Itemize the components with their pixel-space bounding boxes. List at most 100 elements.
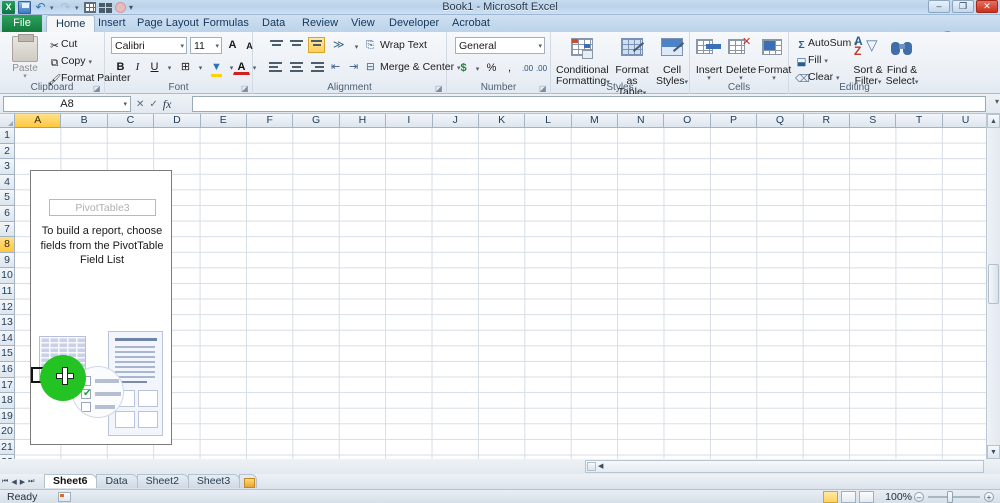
- underline-dropdown-icon[interactable]: ▾: [161, 59, 178, 76]
- format-cells-button[interactable]: Format ▾: [758, 36, 791, 82]
- sheet-tab-sheet3[interactable]: Sheet3: [187, 474, 241, 488]
- column-header-s[interactable]: S: [850, 114, 897, 128]
- new-sheet-icon[interactable]: [239, 474, 258, 488]
- paste-button[interactable]: Paste ▾: [6, 34, 44, 80]
- align-middle-icon[interactable]: [288, 38, 305, 54]
- column-header-a[interactable]: A: [15, 114, 62, 128]
- copy-button[interactable]: ⧉ Copy ▾: [48, 55, 92, 70]
- sort-filter-button[interactable]: A Z ▽ Sort & Filter▾: [851, 35, 885, 88]
- insert-function-icon[interactable]: fx: [163, 97, 172, 112]
- cancel-formula-icon[interactable]: ✕: [136, 99, 144, 110]
- zoom-knob[interactable]: [947, 491, 953, 503]
- borders-dropdown-icon[interactable]: ▾: [192, 59, 209, 76]
- tab-formulas[interactable]: Formulas: [194, 15, 258, 32]
- align-top-icon[interactable]: [268, 38, 285, 54]
- row-header-3[interactable]: 3: [0, 159, 15, 175]
- row-header-7[interactable]: 7: [0, 221, 15, 238]
- clipboard-dialog-launcher-icon[interactable]: ◪: [93, 84, 101, 93]
- sheet-tab-sheet6[interactable]: Sheet6: [44, 474, 98, 488]
- row-header-10[interactable]: 10: [0, 268, 15, 284]
- row-header-18[interactable]: 18: [0, 393, 15, 409]
- cell-styles-button[interactable]: Cell Styles▾: [655, 36, 689, 88]
- formula-input[interactable]: [192, 96, 986, 112]
- number-dialog-launcher-icon[interactable]: ◪: [539, 84, 547, 93]
- sheet-navigation-buttons[interactable]: ⏮ ◀ ▶ ⏭: [2, 475, 34, 488]
- row-header-14[interactable]: 14: [0, 330, 15, 347]
- row-header-8[interactable]: 8: [0, 237, 15, 253]
- tab-view[interactable]: View: [342, 15, 384, 32]
- row-header-11[interactable]: 11: [0, 283, 15, 300]
- comma-style-icon[interactable]: ,: [501, 59, 518, 76]
- number-format-dropdown-icon[interactable]: ▾: [538, 38, 542, 55]
- row-header-2[interactable]: 2: [0, 143, 15, 160]
- font-size-dropdown-icon[interactable]: ▾: [215, 38, 219, 55]
- copy-dropdown-icon[interactable]: ▾: [88, 59, 92, 66]
- align-bottom-icon[interactable]: [308, 37, 325, 53]
- tab-data[interactable]: Data: [253, 15, 294, 32]
- row-header-13[interactable]: 13: [0, 315, 15, 331]
- page-layout-view-button[interactable]: [841, 491, 856, 503]
- zoom-track[interactable]: [928, 496, 980, 498]
- number-format-combo[interactable]: General ▾: [455, 37, 545, 54]
- column-header-m[interactable]: M: [571, 114, 619, 128]
- scroll-down-icon[interactable]: ▼: [987, 445, 1000, 459]
- font-dialog-launcher-icon[interactable]: ◪: [241, 84, 249, 93]
- row-header-9[interactable]: 9: [0, 252, 15, 269]
- decrease-indent-icon[interactable]: ⇤: [331, 60, 348, 76]
- maximize-button[interactable]: ❐: [952, 0, 974, 13]
- horizontal-scroll-thumb[interactable]: [587, 462, 596, 471]
- column-header-t[interactable]: T: [896, 114, 943, 128]
- row-header-6[interactable]: 6: [0, 205, 15, 222]
- zoom-slider[interactable]: – +: [914, 490, 994, 503]
- tab-review[interactable]: Review: [293, 15, 347, 32]
- orientation-dropdown-icon[interactable]: ▾: [348, 38, 365, 55]
- column-header-d[interactable]: D: [154, 114, 201, 128]
- name-box[interactable]: A8 ▾: [3, 96, 131, 112]
- first-sheet-icon[interactable]: ⏮: [2, 478, 8, 486]
- enter-formula-icon[interactable]: ✓: [149, 99, 157, 110]
- decrease-decimal-icon[interactable]: .00: [533, 59, 550, 76]
- paste-dropdown-icon[interactable]: ▾: [6, 73, 44, 80]
- column-header-k[interactable]: K: [478, 114, 526, 128]
- align-left-icon[interactable]: [268, 60, 285, 76]
- column-header-e[interactable]: E: [200, 114, 247, 128]
- window-controls[interactable]: – ❐ ✕: [928, 0, 998, 13]
- grow-font-icon[interactable]: A: [224, 36, 241, 53]
- minimize-button[interactable]: –: [928, 0, 950, 13]
- name-box-dropdown-icon[interactable]: ▾: [123, 97, 127, 113]
- align-center-icon[interactable]: [288, 60, 305, 76]
- fill-dropdown-icon[interactable]: ▾: [824, 58, 828, 65]
- column-header-u[interactable]: U: [942, 114, 990, 128]
- column-header-h[interactable]: H: [339, 114, 387, 128]
- row-header-12[interactable]: 12: [0, 299, 15, 316]
- autosum-button[interactable]: Σ AutoSum ▾: [795, 37, 857, 51]
- column-header-q[interactable]: Q: [757, 114, 804, 128]
- tab-developer[interactable]: Developer: [380, 15, 448, 32]
- column-header-c[interactable]: C: [107, 114, 155, 128]
- cell-area[interactable]: PivotTable3 To build a report, choose fi…: [15, 128, 1000, 474]
- horizontal-scrollbar[interactable]: ◀: [585, 460, 984, 473]
- formula-bar-buttons[interactable]: ✕ ✓ fx: [136, 96, 171, 112]
- select-all-button[interactable]: [0, 114, 15, 128]
- column-header-r[interactable]: R: [803, 114, 851, 128]
- cut-button[interactable]: ✂ Cut: [48, 38, 77, 52]
- normal-view-button[interactable]: [823, 491, 838, 503]
- row-header-4[interactable]: 4: [0, 174, 15, 191]
- last-sheet-icon[interactable]: ⏭: [28, 478, 34, 486]
- row-header-1[interactable]: 1: [0, 128, 15, 144]
- insert-cells-button[interactable]: Insert ▾: [694, 36, 724, 82]
- clear-dropdown-icon[interactable]: ▾: [836, 75, 840, 82]
- column-header-p[interactable]: P: [710, 114, 758, 128]
- align-right-icon[interactable]: [308, 60, 325, 76]
- column-header-l[interactable]: L: [525, 114, 572, 128]
- delete-cells-button[interactable]: ✕ Delete ▾: [725, 36, 757, 83]
- italic-button[interactable]: I: [129, 58, 146, 75]
- column-header-i[interactable]: I: [386, 114, 433, 128]
- row-header-17[interactable]: 17: [0, 377, 15, 394]
- find-select-button[interactable]: Find & Select▾: [885, 36, 919, 88]
- tab-acrobat[interactable]: Acrobat: [443, 15, 499, 32]
- next-sheet-icon[interactable]: ▶: [20, 478, 25, 486]
- page-break-view-button[interactable]: [859, 491, 874, 503]
- zoom-out-button[interactable]: –: [914, 492, 924, 502]
- sheet-tab-data[interactable]: Data: [96, 474, 138, 488]
